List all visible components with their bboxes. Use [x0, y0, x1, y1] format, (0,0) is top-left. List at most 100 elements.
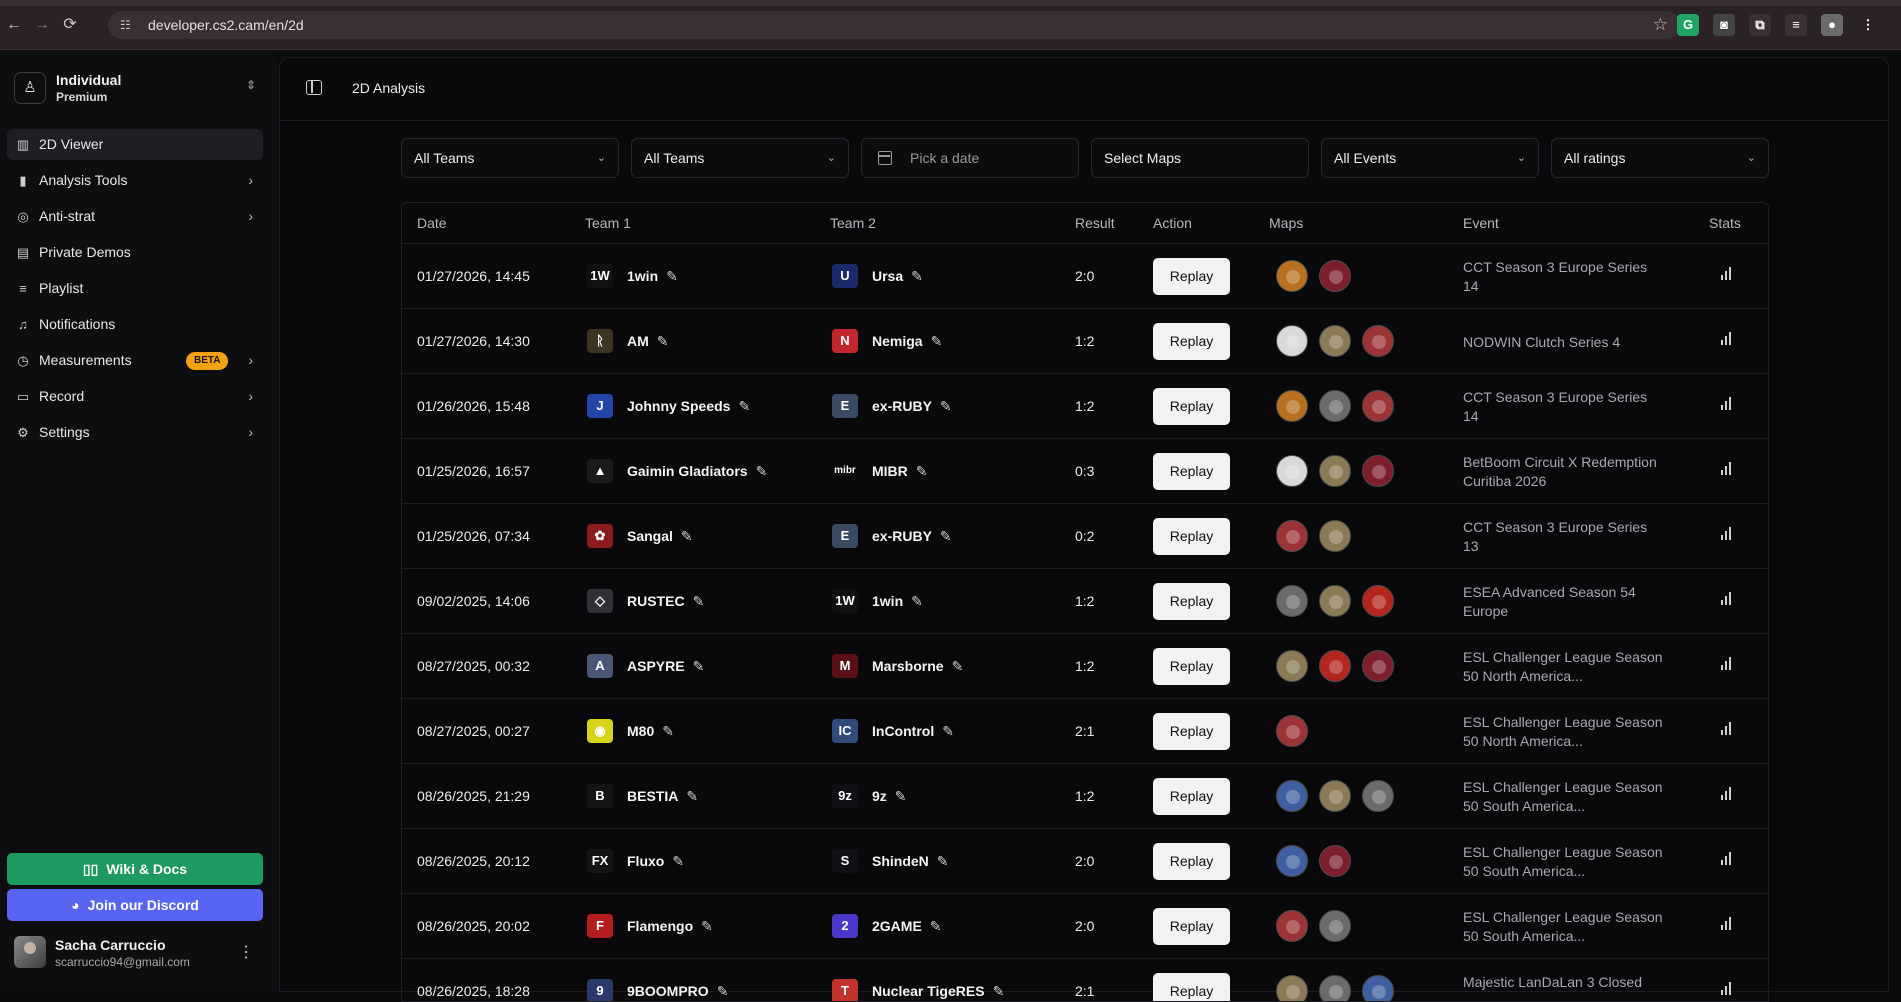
stats-bar-icon[interactable]: [1720, 266, 1734, 280]
team2-name: ex-RUBY ✎: [872, 528, 952, 545]
edit-pencil-icon[interactable]: ✎: [940, 398, 952, 414]
match-result: 1:2: [1075, 333, 1095, 349]
edit-pencil-icon[interactable]: ✎: [940, 528, 952, 544]
replay-button[interactable]: Replay: [1153, 258, 1230, 295]
stats-bar-icon[interactable]: [1720, 461, 1734, 475]
edit-pencil-icon[interactable]: ✎: [657, 333, 669, 349]
chevron-right-icon: ›: [248, 388, 253, 404]
stats-bar-icon[interactable]: [1720, 656, 1734, 670]
stats-bar-icon[interactable]: [1720, 981, 1734, 995]
profile-icon[interactable]: ●: [1821, 14, 1843, 36]
header-date[interactable]: Date: [417, 215, 447, 231]
edit-pencil-icon[interactable]: ✎: [895, 788, 907, 804]
extension-shield-icon[interactable]: ◙: [1713, 14, 1735, 36]
edit-pencil-icon[interactable]: ✎: [666, 268, 678, 284]
reload-icon[interactable]: ⟳: [56, 14, 84, 36]
puzzle-icon[interactable]: ⧉: [1749, 14, 1771, 36]
sidebar-item-private-demos[interactable]: ▤ Private Demos: [7, 237, 263, 268]
table-row: 08/27/2025, 00:32 A ASPYRE ✎ M Marsborne ✎ 1:2 R…: [402, 634, 1768, 699]
stats-bar-icon[interactable]: [1720, 721, 1734, 735]
team1-name: 1win ✎: [627, 268, 678, 285]
sidebar-item-playlist[interactable]: ≡ Playlist: [7, 273, 263, 304]
media-icon[interactable]: ≡: [1785, 14, 1807, 36]
edit-pencil-icon[interactable]: ✎: [931, 333, 943, 349]
events-select[interactable]: All Events ⌄: [1321, 138, 1539, 178]
edit-pencil-icon[interactable]: ✎: [686, 788, 698, 804]
sidebar-item-anti-strat[interactable]: ◎ Anti-strat ›: [7, 201, 263, 232]
team1-logo-icon: ✿: [587, 524, 613, 548]
url-text[interactable]: developer.cs2.cam/en/2d: [148, 17, 304, 33]
team2-select[interactable]: All Teams ⌄: [631, 138, 849, 178]
edit-pencil-icon[interactable]: ✎: [662, 723, 674, 739]
team2-logo-icon: IC: [832, 719, 858, 743]
edit-pencil-icon[interactable]: ✎: [693, 593, 705, 609]
sidebar-item-analysis-tools[interactable]: ▮ Analysis Tools ›: [7, 165, 263, 196]
stats-bar-icon[interactable]: [1720, 786, 1734, 800]
bookmark-star-icon[interactable]: ☆: [1653, 15, 1668, 35]
replay-button[interactable]: Replay: [1153, 583, 1230, 620]
replay-button[interactable]: Replay: [1153, 323, 1230, 360]
grammarly-icon[interactable]: G: [1677, 14, 1699, 36]
replay-button[interactable]: Replay: [1153, 843, 1230, 880]
date-picker-placeholder: Pick a date: [910, 150, 980, 166]
stats-bar-icon[interactable]: [1720, 916, 1734, 930]
edit-pencil-icon[interactable]: ✎: [672, 853, 684, 869]
replay-button[interactable]: Replay: [1153, 713, 1230, 750]
replay-button[interactable]: Replay: [1153, 648, 1230, 685]
team2-logo-icon: S: [832, 849, 858, 873]
replay-button[interactable]: Replay: [1153, 908, 1230, 945]
edit-pencil-icon[interactable]: ✎: [717, 983, 729, 999]
edit-pencil-icon[interactable]: ✎: [693, 658, 705, 674]
sidebar-item-2d-viewer[interactable]: ▥ 2D Viewer: [7, 129, 263, 160]
edit-pencil-icon[interactable]: ✎: [942, 723, 954, 739]
sidebar-item-notifications[interactable]: ♫ Notifications: [7, 309, 263, 340]
match-date: 08/26/2025, 20:12: [417, 853, 530, 869]
address-bar[interactable]: ☷ developer.cs2.cam/en/2d ☆: [108, 11, 1680, 39]
back-icon[interactable]: ←: [0, 14, 28, 36]
more-vertical-icon[interactable]: ⋮: [238, 942, 254, 962]
date-picker[interactable]: Pick a date: [861, 138, 1079, 178]
edit-pencil-icon[interactable]: ✎: [756, 463, 768, 479]
kebab-icon[interactable]: ⋮: [1857, 14, 1879, 36]
edit-pencil-icon[interactable]: ✎: [930, 918, 942, 934]
wiki-docs-button[interactable]: ▯▯ Wiki & Docs: [7, 853, 263, 885]
chevron-right-icon: ›: [248, 424, 253, 440]
site-settings-icon[interactable]: ☷: [120, 18, 134, 32]
event-name: CCT Season 3 Europe Series 13: [1463, 519, 1648, 554]
browser-toolbar: ← → ⟳ ☷ developer.cs2.cam/en/2d ☆ G ◙ ⧉ ≡ ● ⋮: [0, 0, 1901, 50]
replay-button[interactable]: Replay: [1153, 778, 1230, 815]
user-profile[interactable]: Sacha Carruccio scarruccio94@gmail.com ⋮: [14, 936, 262, 972]
edit-pencil-icon[interactable]: ✎: [952, 658, 964, 674]
replay-button[interactable]: Replay: [1153, 518, 1230, 555]
edit-pencil-icon[interactable]: ✎: [911, 268, 923, 284]
edit-pencil-icon[interactable]: ✎: [993, 983, 1005, 999]
edit-pencil-icon[interactable]: ✎: [701, 918, 713, 934]
discord-button[interactable]: ◕ Join our Discord: [7, 889, 263, 921]
account-switcher[interactable]: ♙ Individual Premium ⇕: [14, 70, 262, 110]
edit-pencil-icon[interactable]: ✎: [681, 528, 693, 544]
target-icon: ◎: [17, 209, 29, 224]
maps-select[interactable]: Select Maps: [1091, 138, 1309, 178]
forward-icon[interactable]: →: [28, 14, 56, 36]
edit-pencil-icon[interactable]: ✎: [937, 853, 949, 869]
stats-bar-icon[interactable]: [1720, 526, 1734, 540]
match-date: 08/26/2025, 20:02: [417, 918, 530, 934]
replay-button[interactable]: Replay: [1153, 453, 1230, 490]
sidebar-item-record[interactable]: ▭ Record ›: [7, 381, 263, 412]
stats-bar-icon[interactable]: [1720, 591, 1734, 605]
sidebar-item-settings[interactable]: ⚙ Settings ›: [7, 417, 263, 448]
map-badge-icon: [1276, 585, 1308, 617]
replay-button[interactable]: Replay: [1153, 388, 1230, 425]
stats-bar-icon[interactable]: [1720, 851, 1734, 865]
edit-pencil-icon[interactable]: ✎: [738, 398, 750, 414]
sidebar-item-measurements[interactable]: ◷ Measurements BETA ›: [7, 345, 263, 376]
stats-bar-icon[interactable]: [1720, 396, 1734, 410]
stats-bar-icon[interactable]: [1720, 331, 1734, 345]
ratings-select[interactable]: All ratings ⌄: [1551, 138, 1769, 178]
edit-pencil-icon[interactable]: ✎: [916, 463, 928, 479]
team1-select[interactable]: All Teams ⌄: [401, 138, 619, 178]
team1-name-text: Sangal: [627, 528, 673, 544]
sidebar-toggle-icon[interactable]: [306, 80, 322, 95]
edit-pencil-icon[interactable]: ✎: [911, 593, 923, 609]
replay-button[interactable]: Replay: [1153, 973, 1230, 1001]
